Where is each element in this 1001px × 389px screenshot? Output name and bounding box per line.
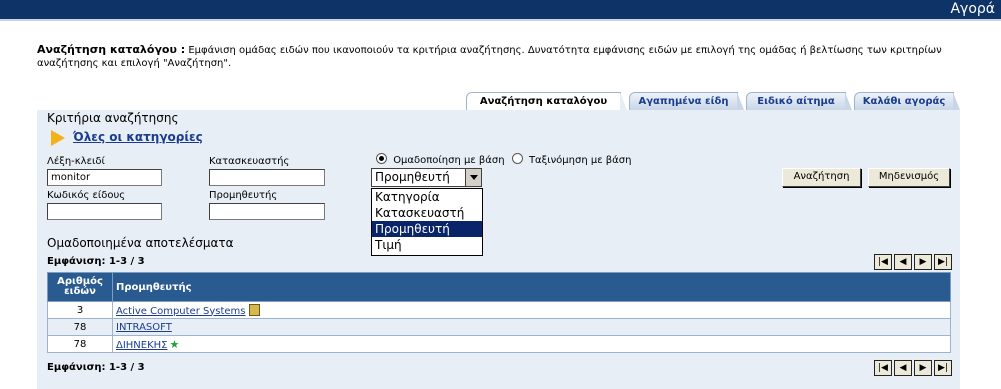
reset-button[interactable]: Μηδενισμός [868,168,950,187]
manufacturer-label: Κατασκευαστής [209,156,290,167]
group-by-dropdown-list: Κατηγορία Κατασκευαστή Προμηθευτή Τιμή [371,188,483,256]
results-title: Ομαδοποιημένα αποτελέσματα [47,236,234,250]
tab-label: Αγαπημένα είδη [638,96,729,107]
last-page-icon[interactable]: ▶| [934,360,952,376]
tab-shopping-cart[interactable]: Καλάθι αγοράς [854,92,960,110]
shop-icon [248,303,260,316]
grouping-options: Ομαδοποίηση με βάση Ταξινόμηση με βάση [376,153,631,166]
next-page-icon[interactable]: ▶ [914,254,932,270]
search-button[interactable]: Αναζήτηση [782,168,861,187]
table-row: 78 INTRASOFT [47,318,951,336]
arrow-right-icon [51,130,65,146]
first-page-icon[interactable]: |◀ [874,254,892,270]
sort-by-label: Ταξινόμηση με βάση [528,155,632,166]
search-panel: Κριτήρια αναζήτησης Όλες οι κατηγορίες Λ… [37,110,960,389]
prev-page-icon[interactable]: ◀ [894,360,912,376]
item-count: 78 [47,335,113,353]
item-code-label: Κωδικός είδους [47,190,126,201]
dropdown-option[interactable]: Κατηγορία [372,189,482,205]
dropdown-option[interactable]: Κατασκευαστή [372,205,482,221]
tab-catalog-search[interactable]: Αναζήτηση καταλόγου [466,92,627,110]
supplier-link[interactable]: INTRASOFT [116,322,172,333]
supplier-link[interactable]: Active Computer Systems [116,306,246,317]
tab-label: Καλάθι αγοράς [862,96,946,107]
supplier-cell: ΔΙΗΝΕΚΗΣ ★ [112,335,951,353]
tab-label: Αναζήτηση καταλόγου [479,96,608,107]
page-heading: Αναζήτηση καταλόγου : [37,43,186,56]
tab-label: Ειδικό αίτημα [757,96,835,107]
item-count: 78 [47,318,113,336]
supplier-label: Προμηθευτής [209,190,278,201]
tab-favorites[interactable]: Αγαπημένα είδη [629,92,744,110]
group-by-selected: Προμηθευτή [375,170,450,184]
pager-bottom: |◀ ◀ ▶ ▶| [872,360,952,376]
dropdown-option-selected[interactable]: Προμηθευτή [372,221,482,237]
item-count: 3 [47,301,113,319]
chevron-down-icon[interactable] [465,169,481,186]
app-title: Αγορά [950,1,995,17]
group-by-radio[interactable] [376,153,387,164]
criteria-title: Κριτήρια αναζήτησης [47,111,179,125]
supplier-input[interactable] [209,203,325,220]
keyword-input[interactable] [47,169,162,186]
column-header-count[interactable]: Αριθμός ειδών [47,272,113,302]
results-count-bottom: Εμφάνιση: 1-3 / 3 [47,362,145,373]
page-description: Αναζήτηση καταλόγου : Εμφάνιση ομάδας ει… [37,43,967,70]
all-categories-link[interactable]: Όλες οι κατηγορίες [73,130,203,144]
prev-page-icon[interactable]: ◀ [894,254,912,270]
group-by-select[interactable]: Προμηθευτή [371,168,482,187]
column-header-supplier[interactable]: Προμηθευτής [112,272,951,302]
supplier-cell: Active Computer Systems [112,301,951,319]
table-row: 78 ΔΙΗΝΕΚΗΣ ★ [47,335,951,353]
keyword-label: Λέξη-κλειδί [47,156,105,167]
star-icon: ★ [169,337,180,351]
supplier-link[interactable]: ΔΙΗΝΕΚΗΣ [116,340,168,351]
first-page-icon[interactable]: |◀ [874,360,892,376]
table-row: 3 Active Computer Systems [47,301,951,319]
results-table: Αριθμός ειδών Προμηθευτής 3 Active Compu… [47,272,951,353]
results-count-top: Εμφάνιση: 1-3 / 3 [47,256,145,267]
table-header-row: Αριθμός ειδών Προμηθευτής [47,272,951,302]
item-code-input[interactable] [47,203,162,220]
app-header: Αγορά [0,0,1001,21]
group-by-label: Ομαδοποίηση με βάση [393,155,505,166]
manufacturer-input[interactable] [209,169,325,186]
tab-special-request[interactable]: Ειδικό αίτημα [746,92,852,110]
pager-top: |◀ ◀ ▶ ▶| [872,254,952,270]
supplier-cell: INTRASOFT [112,318,951,336]
dropdown-option[interactable]: Τιμή [372,237,482,253]
last-page-icon[interactable]: ▶| [934,254,952,270]
next-page-icon[interactable]: ▶ [914,360,932,376]
sort-by-radio[interactable] [511,153,523,164]
